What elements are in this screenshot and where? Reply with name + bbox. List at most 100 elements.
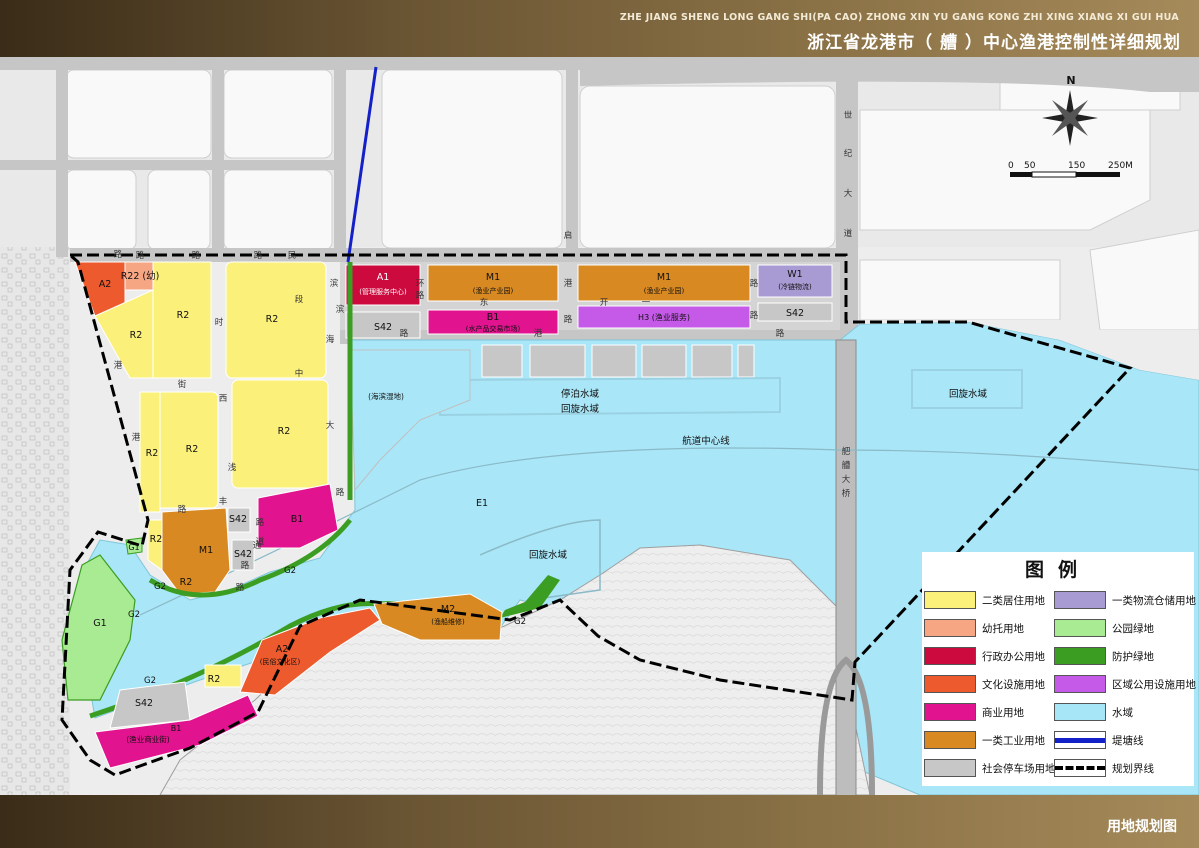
legend-item: 幼托用地	[924, 618, 1024, 638]
label-w1-sub: (冷链物流)	[778, 282, 812, 291]
label-r2-g: R2	[150, 534, 163, 545]
road-label: 路	[241, 560, 250, 571]
legend-swatch	[924, 619, 976, 637]
legend-panel: 图例 二类居住用地 一类物流仓储用地 幼托用地 公园绿地 行政办公用地 防护绿地 文化设施用…	[922, 552, 1196, 786]
label-berth-water: 停泊水域	[561, 388, 600, 400]
road-label: 中	[295, 368, 304, 379]
label-a1: A1	[377, 272, 390, 283]
label-r2-c: R2	[266, 314, 279, 325]
legend-item: 堤塘线	[1054, 730, 1144, 750]
parcel-m1-c[interactable]	[161, 507, 231, 595]
legend-item: 水域	[1054, 702, 1133, 722]
label-r2-d: R2	[186, 444, 199, 455]
road-label: 路	[336, 487, 345, 498]
legend-label: 公园绿地	[1112, 622, 1154, 635]
label-r2-b: R2	[177, 310, 190, 321]
scale-label-0: 0	[1008, 161, 1014, 171]
legend-label: 一类工业用地	[982, 734, 1045, 747]
scale-label-250m: 250M	[1108, 161, 1133, 171]
road-label: 丰	[219, 496, 228, 507]
label-r2-f: R2	[146, 448, 159, 459]
label-r2-a: R2	[130, 330, 143, 341]
legend-swatch	[1054, 619, 1106, 637]
road-label: 路	[750, 278, 759, 289]
label-a2-s-sub: (民俗文化区)	[260, 657, 301, 666]
label-h3: H3 (渔业服务)	[638, 312, 690, 322]
legend-label: 水域	[1112, 706, 1133, 719]
label-s42-e: S42	[135, 698, 153, 709]
legend-label: 堤塘线	[1112, 734, 1144, 747]
legend-swatch	[924, 647, 976, 665]
label-g2-d: G2	[514, 617, 526, 627]
road-label: 时	[215, 317, 224, 328]
road-label: 路	[136, 250, 145, 261]
scale-label-50: 50	[1024, 161, 1036, 171]
label-s42-b: S42	[786, 308, 804, 319]
road-label: 环	[416, 279, 425, 289]
parcel-m1-a[interactable]	[427, 264, 559, 302]
label-b1-c: B1	[171, 724, 182, 733]
legend-label: 幼托用地	[982, 622, 1024, 635]
label-r2-h: R2	[208, 674, 221, 685]
road-label: 民	[288, 251, 297, 261]
legend-swatch	[1054, 647, 1106, 665]
map-title: 浙江省龙港市（ 艚 ）中心渔港控制性详细规划	[807, 33, 1181, 53]
label-s42-c: S42	[229, 514, 247, 525]
parcel-m1-b[interactable]	[577, 264, 751, 302]
road-label: 路	[400, 328, 409, 339]
label-g2-b: G2	[128, 610, 140, 620]
legend-swatch	[1054, 675, 1106, 693]
parcel-a1[interactable]	[345, 264, 421, 306]
road-label: 路	[750, 310, 759, 321]
label-turning-water-c: 回旋水域	[949, 388, 988, 400]
road-label: 港	[534, 328, 543, 339]
legend-label: 行政办公用地	[982, 650, 1045, 663]
road-label: 滨	[330, 278, 339, 289]
paicao-bridge	[835, 339, 857, 795]
road-label: 路	[192, 250, 201, 261]
legend-swatch	[1054, 703, 1106, 721]
legend-swatch	[1054, 591, 1106, 609]
legend-label: 社会停车场用地	[982, 762, 1056, 775]
footer-banner: 用地规划图	[0, 795, 1199, 848]
label-r22: R22 (幼)	[121, 270, 160, 282]
legend-label: 规划界线	[1112, 762, 1154, 775]
label-r2-e: R2	[278, 426, 291, 437]
legend-item: 行政办公用地	[924, 646, 1045, 666]
road-label: 东	[480, 297, 489, 308]
label-m1-a: M1	[486, 272, 500, 283]
legend-label: 区域公用设施用地	[1112, 678, 1196, 691]
label-wetland: (海滨湿地)	[368, 391, 404, 401]
legend-label: 一类物流仓储用地	[1112, 594, 1196, 607]
road-label: 浅	[228, 462, 237, 473]
legend-swatch	[924, 591, 976, 609]
label-a2-nw: A2	[99, 279, 112, 290]
label-g2-c: G2	[284, 566, 296, 576]
legend-swatch	[924, 759, 976, 777]
legend-swatch	[1054, 731, 1106, 749]
label-a2-s: A2	[276, 644, 289, 655]
road-label: 街	[178, 379, 187, 390]
label-s42-a: S42	[374, 322, 392, 333]
label-m1-b: M1	[657, 272, 671, 283]
scale-bar	[1010, 171, 1120, 178]
label-b1-b: B1	[291, 514, 304, 525]
bridge-label-char: 艚	[842, 460, 851, 471]
north-label: N	[1066, 74, 1075, 87]
legend-swatch	[924, 675, 976, 693]
label-channel-center: 航道中心线	[682, 435, 730, 447]
road-label: 路	[776, 328, 785, 339]
legend-item: 二类居住用地	[924, 590, 1045, 610]
road-label: 路	[114, 249, 123, 260]
label-g1-b: G1	[93, 618, 106, 629]
label-b1-a: B1	[487, 312, 500, 323]
label-b1-c-sub: (渔业商业街)	[126, 734, 169, 744]
legend-swatch	[924, 703, 976, 721]
label-m2: M2	[441, 604, 455, 615]
road-label: 大	[326, 420, 335, 431]
legend-item: 商业用地	[924, 702, 1024, 722]
legend-label: 商业用地	[982, 706, 1024, 719]
road-label: 路	[178, 504, 187, 515]
road-label: 港	[114, 360, 123, 371]
bridge-label-char: 舥	[842, 446, 851, 457]
